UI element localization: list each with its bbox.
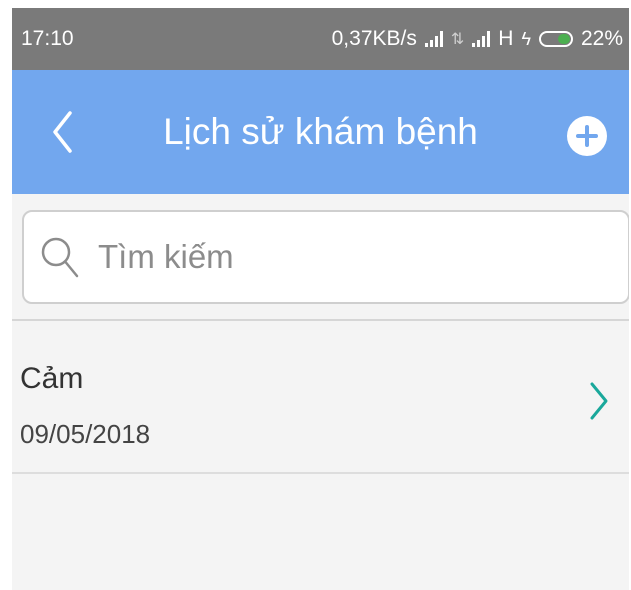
app-header: Lịch sử khám bệnh — [12, 70, 629, 194]
status-bar: 17:10 0,37KB/s ⇅ H ϟ 22% — [12, 8, 629, 70]
network-type: H — [498, 27, 514, 50]
status-time: 17:10 — [21, 27, 74, 50]
search-box[interactable] — [22, 210, 629, 304]
chevron-right-icon — [590, 382, 608, 420]
signal-icon — [424, 31, 443, 47]
search-input[interactable] — [98, 238, 578, 276]
page-title: Lịch sử khám bệnh — [163, 111, 478, 152]
search-icon — [40, 235, 80, 279]
battery-icon — [538, 31, 573, 47]
status-indicators: 0,37KB/s ⇅ H ϟ 22% — [332, 27, 623, 51]
plus-circle-icon — [576, 125, 598, 147]
network-speed: 0,37KB/s — [331, 27, 417, 50]
list-item[interactable]: Cảm 09/05/2018 — [12, 321, 629, 474]
add-button[interactable] — [567, 116, 607, 156]
app-screen: 17:10 0,37KB/s ⇅ H ϟ 22% Lịch sử khám bệ… — [12, 8, 629, 590]
item-date: 09/05/2018 — [20, 419, 151, 449]
battery-percent: 22% — [580, 27, 623, 50]
signal-icon — [472, 31, 491, 47]
search-area — [12, 194, 629, 321]
data-arrows-icon: ⇅ — [450, 31, 465, 48]
history-list: Cảm 09/05/2018 — [12, 321, 629, 474]
charging-icon: ϟ — [521, 28, 531, 49]
item-title: Cảm — [20, 362, 84, 395]
